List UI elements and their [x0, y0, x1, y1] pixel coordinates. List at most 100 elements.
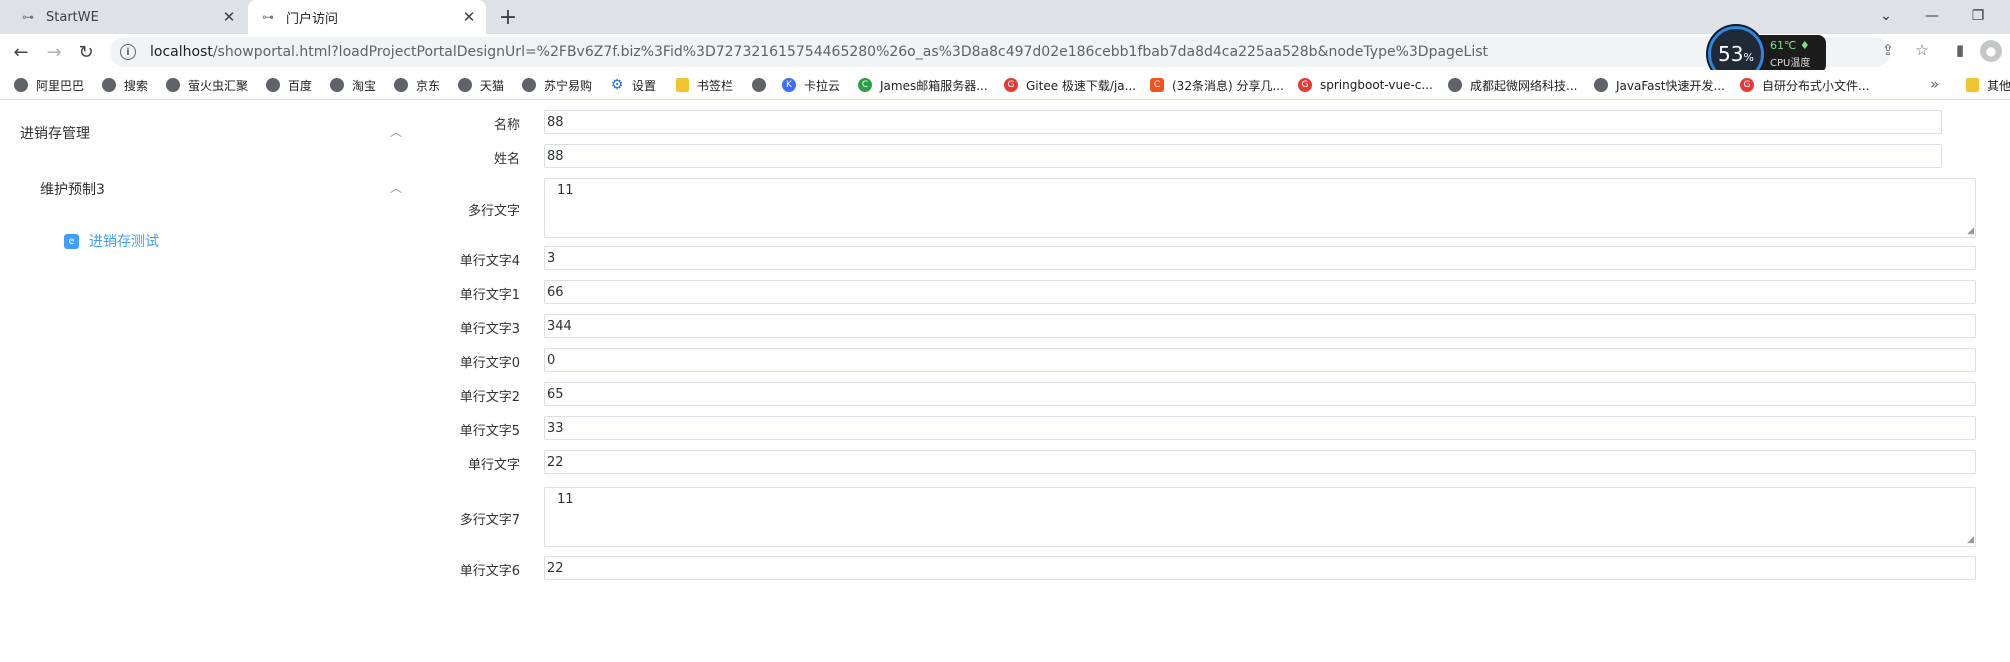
- tab-search-chevron-icon[interactable]: ⌄: [1866, 2, 1906, 30]
- bookmark-suning[interactable]: 苏宁易购: [522, 75, 592, 95]
- resize-grip-icon[interactable]: ◢: [1964, 535, 1974, 545]
- new-tab-button[interactable]: +: [494, 5, 522, 30]
- bookmark-gitee[interactable]: G Gitee 极速下载/ja...: [1004, 75, 1136, 95]
- bookmark-label: 卡拉云: [804, 78, 841, 93]
- bookmark-dfs[interactable]: G 自研分布式小文件...: [1740, 75, 1869, 95]
- field-label: 名称: [493, 118, 520, 133]
- bookmark-star-icon[interactable]: ☆: [1910, 38, 1934, 62]
- minimize-icon[interactable]: —: [1912, 2, 1952, 30]
- reload-icon[interactable]: ↻: [72, 38, 100, 66]
- cpu-temp: 61℃: [1770, 39, 1797, 52]
- site-info-icon[interactable]: i: [120, 44, 136, 60]
- back-arrow-icon[interactable]: ←: [7, 38, 35, 66]
- gear-icon: ⚙: [610, 77, 624, 93]
- bookmark-label: JavaFast快速开发...: [1616, 78, 1725, 93]
- field-label: 单行文字4: [459, 254, 520, 269]
- resize-grip-icon[interactable]: ◢: [1964, 226, 1974, 236]
- multiline-textarea[interactable]: 11 ◢: [544, 178, 1976, 238]
- bookmark-firefly[interactable]: 萤火虫汇聚: [166, 75, 248, 95]
- globe-icon: [166, 78, 180, 92]
- page-icon: e: [64, 233, 79, 249]
- field-label: 多行文字7: [459, 513, 520, 528]
- bookmark-label: (32条消息) 分享几...: [1172, 78, 1284, 93]
- bookmark-jd[interactable]: 京东: [394, 75, 440, 95]
- bookmark-label: 自研分布式小文件...: [1762, 78, 1870, 93]
- multiline7-textarea[interactable]: 11 ◢: [544, 487, 1976, 547]
- text3-input[interactable]: 344: [544, 314, 1976, 338]
- bookmark-kalayun[interactable]: K 卡拉云: [782, 75, 840, 95]
- text0-input[interactable]: 0: [544, 348, 1976, 372]
- menu-subgroup-maintenance[interactable]: 维护预制3: [40, 179, 105, 199]
- bookmark-untitled[interactable]: [752, 75, 774, 95]
- fullname-input[interactable]: 88: [544, 144, 1942, 168]
- bookmarks-overflow-icon[interactable]: »: [1930, 75, 1939, 93]
- csdn-icon: C: [1150, 78, 1164, 92]
- link-icon: ⊶: [22, 10, 34, 24]
- bookmark-search[interactable]: 搜索: [102, 75, 148, 95]
- text6-input[interactable]: 22: [544, 556, 1976, 580]
- bookmark-label: 苏宁易购: [544, 78, 593, 93]
- text4-input[interactable]: 3: [544, 246, 1976, 270]
- menu-group-inventory[interactable]: 进销存管理: [20, 123, 90, 143]
- text5-input[interactable]: 33: [544, 416, 1976, 440]
- globe-icon: [1594, 78, 1608, 92]
- bookmark-james[interactable]: C James邮箱服务器...: [858, 75, 988, 95]
- menu-group-label: 进销存管理: [20, 126, 90, 142]
- field-label: 单行文字6: [459, 564, 520, 579]
- share-icon[interactable]: ⇪: [1876, 38, 1900, 62]
- field-label: 单行文字0: [459, 356, 520, 371]
- chevron-up-icon[interactable]: ︿: [390, 123, 402, 140]
- chevron-up-icon[interactable]: ︿: [390, 179, 402, 196]
- close-icon[interactable]: ✕: [460, 8, 478, 26]
- tab-portal[interactable]: ⊶ 门户访问 ✕: [248, 0, 486, 34]
- gitee-icon: G: [1004, 78, 1018, 92]
- globe-icon: [458, 78, 472, 92]
- bookmark-folder-bar[interactable]: 书签栏: [676, 75, 733, 95]
- menu-item-inventory-test[interactable]: e 进销存测试: [64, 231, 159, 251]
- bookmark-other[interactable]: 其他: [1966, 75, 2010, 95]
- globe-icon: [330, 78, 344, 92]
- profile-avatar-icon[interactable]: ●: [1980, 40, 2002, 62]
- bookmark-csdn[interactable]: C (32条消息) 分享几...: [1150, 75, 1284, 95]
- address-bar[interactable]: i localhost/showportal.html?loadProjectP…: [110, 37, 1890, 67]
- bookmark-chengdu[interactable]: 成都起微网络科技...: [1448, 75, 1577, 95]
- side-panel-icon[interactable]: ▮: [1948, 38, 1972, 62]
- tab-title: 门户访问: [286, 11, 339, 27]
- tab-startwe[interactable]: ⊶ StartWE ✕: [8, 0, 246, 34]
- bookmark-label: springboot-vue-c...: [1320, 78, 1433, 92]
- text2-input[interactable]: 65: [544, 382, 1976, 406]
- bookmark-settings[interactable]: ⚙ 设置: [610, 75, 656, 95]
- bookmark-label: 阿里巴巴: [36, 78, 85, 93]
- url-text: localhost/showportal.html?loadProjectPor…: [150, 44, 1488, 60]
- kalayun-icon: K: [782, 78, 796, 92]
- link-icon: ⊶: [262, 10, 274, 24]
- textarea-value: 11: [557, 183, 574, 198]
- text1-input[interactable]: 66: [544, 280, 1976, 304]
- bookmark-javafast[interactable]: JavaFast快速开发...: [1594, 75, 1725, 95]
- bookmark-alibaba[interactable]: 阿里巴巴: [14, 75, 84, 95]
- globe-icon: [522, 78, 536, 92]
- bookmark-label: James邮箱服务器...: [880, 78, 988, 93]
- cpu-percent: 53: [1718, 42, 1744, 66]
- bookmark-baidu[interactable]: 百度: [266, 75, 312, 95]
- field-label: 单行文字3: [459, 322, 520, 337]
- gitee-icon: G: [1298, 78, 1312, 92]
- url-path: /showportal.html?loadProjectPortalDesign…: [212, 44, 1489, 60]
- folder-icon: [1966, 78, 1979, 92]
- name-input[interactable]: 88: [544, 110, 1942, 134]
- globe-icon: [1448, 78, 1462, 92]
- text-input[interactable]: 22: [544, 450, 1976, 474]
- bookmark-tmall[interactable]: 天猫: [458, 75, 504, 95]
- field-label: 单行文字1: [459, 288, 520, 303]
- leaf-icon: ♦: [1799, 39, 1810, 52]
- restore-icon[interactable]: ❐: [1958, 2, 1998, 30]
- close-icon[interactable]: ✕: [220, 8, 238, 26]
- bookmark-springboot[interactable]: Gspringboot-vue-c...: [1298, 75, 1433, 95]
- bookmark-taobao[interactable]: 淘宝: [330, 75, 376, 95]
- cpu-percent-unit: %: [1743, 50, 1754, 64]
- field-label: 单行文字: [467, 458, 520, 473]
- gitee-icon: G: [1740, 78, 1754, 92]
- sidebar-menu: 进销存管理 ︿ 维护预制3 ︿ e 进销存测试: [0, 101, 420, 662]
- field-label: 单行文字5: [459, 424, 520, 439]
- forward-arrow-icon[interactable]: →: [40, 38, 68, 66]
